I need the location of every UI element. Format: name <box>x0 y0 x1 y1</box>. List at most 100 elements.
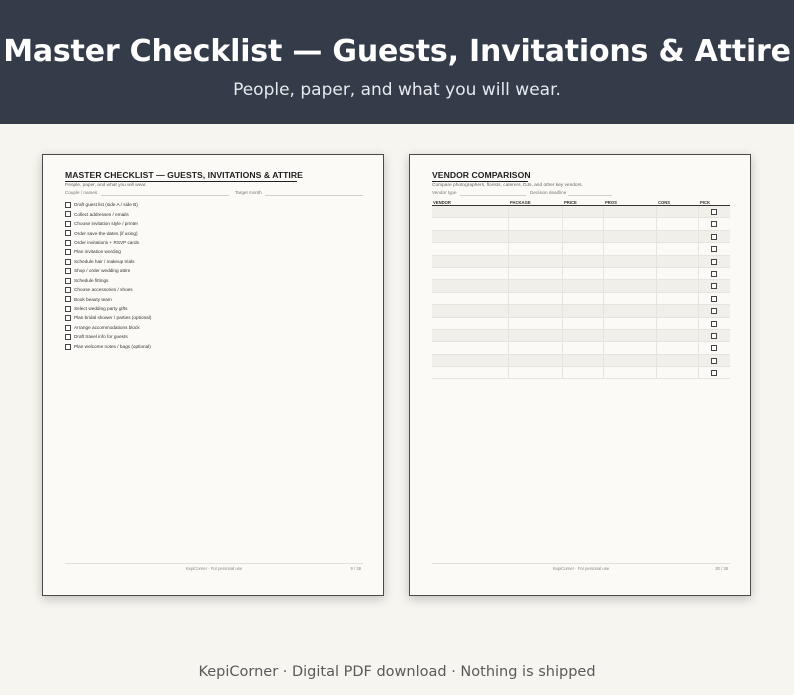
pick-checkbox[interactable] <box>711 258 717 265</box>
checkbox[interactable] <box>65 343 71 350</box>
column-divider <box>698 367 699 379</box>
checkbox[interactable] <box>65 202 71 208</box>
checkbox[interactable] <box>65 305 71 312</box>
pick-checkbox[interactable] <box>711 221 717 228</box>
checklist-item: Plan welcome notes / bags (optional) <box>65 343 305 352</box>
column-divider <box>508 354 509 367</box>
checkbox[interactable] <box>65 296 71 303</box>
table-row <box>432 329 730 343</box>
column-divider <box>562 329 563 342</box>
checklist-item-label: Arrange accommodations block <box>74 324 140 330</box>
column-divider <box>508 292 509 305</box>
checklist-item: Choose accessories / shoes <box>65 286 305 295</box>
pick-checkbox[interactable] <box>711 295 717 302</box>
target-month-field[interactable] <box>265 195 363 196</box>
column-divider <box>656 305 657 317</box>
checkbox[interactable] <box>65 258 71 265</box>
pick-checkbox[interactable] <box>711 233 717 240</box>
checkbox[interactable] <box>65 239 71 246</box>
vendor-comparison-page: VENDOR COMPARISON Compare photographers,… <box>409 154 751 596</box>
column-divider <box>562 280 563 292</box>
pick-checkbox[interactable] <box>711 270 717 277</box>
checklist-item-label: Collect addresses / emails <box>74 211 129 217</box>
footer-divider <box>65 563 363 564</box>
checkbox[interactable] <box>65 334 71 341</box>
column-divider <box>562 206 563 218</box>
pick-checkbox[interactable] <box>711 246 717 253</box>
column-divider <box>562 267 563 280</box>
couple-names-field[interactable] <box>101 195 229 196</box>
column-divider <box>508 206 509 218</box>
decision-deadline-field[interactable] <box>568 195 612 196</box>
pick-checkbox[interactable] <box>711 308 717 315</box>
checkbox[interactable] <box>65 230 71 237</box>
column-divider <box>562 342 563 354</box>
table-row <box>432 267 730 281</box>
column-divider <box>508 255 509 267</box>
checklist-item: Draft guest list (side A / side B) <box>65 201 305 210</box>
footer-brand: KepiCorner · For personal use <box>552 566 610 571</box>
table-row <box>432 243 730 256</box>
pick-checkbox[interactable] <box>711 209 717 215</box>
checkbox[interactable] <box>65 286 71 293</box>
checklist-item: Collect addresses / emails <box>65 210 305 219</box>
column-divider <box>656 230 657 243</box>
column-divider <box>508 243 509 255</box>
checklist-item: Order invitations + RSVP cards <box>65 239 305 248</box>
checklist-item: Book beauty team <box>65 295 305 304</box>
column-divider <box>508 230 509 243</box>
pick-checkbox[interactable] <box>711 320 717 327</box>
pick-checkbox[interactable] <box>711 345 717 352</box>
checkbox[interactable] <box>65 220 71 227</box>
vendor-type-field[interactable] <box>460 195 526 196</box>
column-divider <box>698 354 699 367</box>
checklist-item: Arrange accommodations block <box>65 324 305 333</box>
column-divider <box>508 267 509 280</box>
table-body <box>432 206 730 380</box>
checklist-item-label: Plan bridal shower / parties (optional) <box>74 315 152 321</box>
pick-checkbox[interactable] <box>711 283 717 290</box>
column-divider <box>656 206 657 218</box>
checklist-item-label: Order invitations + RSVP cards <box>74 239 139 245</box>
column-divider <box>603 230 604 243</box>
pick-checkbox[interactable] <box>711 370 717 377</box>
header-banner: Master Checklist — Guests, Invitations &… <box>0 0 794 124</box>
checklist: Draft guest list (side A / side B) Collec… <box>65 201 305 352</box>
column-divider <box>656 354 657 367</box>
column-divider <box>656 218 657 230</box>
column-divider <box>656 280 657 292</box>
column-divider <box>562 354 563 367</box>
column-divider <box>698 218 699 230</box>
checklist-item: Plan invitation wording <box>65 248 305 257</box>
checklist-page-subtitle: People, paper, and what you will wear. <box>65 183 147 188</box>
column-divider <box>508 280 509 292</box>
checkbox[interactable] <box>65 249 71 256</box>
checklist-item: Select wedding party gifts <box>65 305 305 314</box>
column-header-package: PACKAGE <box>510 200 531 205</box>
checkbox[interactable] <box>65 277 71 284</box>
column-divider <box>698 329 699 342</box>
checklist-item: Schedule hair / makeup trials <box>65 258 305 267</box>
checkbox[interactable] <box>65 211 71 218</box>
column-divider <box>698 243 699 255</box>
checklist-item: Choose invitation style / printer <box>65 220 305 229</box>
column-divider <box>656 243 657 255</box>
banner-subtitle: People, paper, and what you will wear. <box>233 80 561 100</box>
checklist-page-title: MASTER CHECKLIST — GUESTS, INVITATIONS &… <box>65 170 303 180</box>
column-divider <box>562 305 563 317</box>
column-divider <box>603 206 604 218</box>
checklist-item-label: Order save-the-dates (if using) <box>74 230 138 236</box>
column-divider <box>656 342 657 354</box>
pick-checkbox[interactable] <box>711 332 717 339</box>
pick-checkbox[interactable] <box>711 357 717 364</box>
column-divider <box>603 317 604 329</box>
column-divider <box>603 292 604 305</box>
checkbox[interactable] <box>65 268 71 275</box>
checklist-item-label: Plan welcome notes / bags (optional) <box>74 343 151 349</box>
table-row <box>432 255 730 268</box>
title-underline <box>65 181 297 182</box>
checkbox[interactable] <box>65 315 71 322</box>
column-divider <box>508 367 509 379</box>
table-row <box>432 354 730 368</box>
checkbox[interactable] <box>65 324 71 331</box>
